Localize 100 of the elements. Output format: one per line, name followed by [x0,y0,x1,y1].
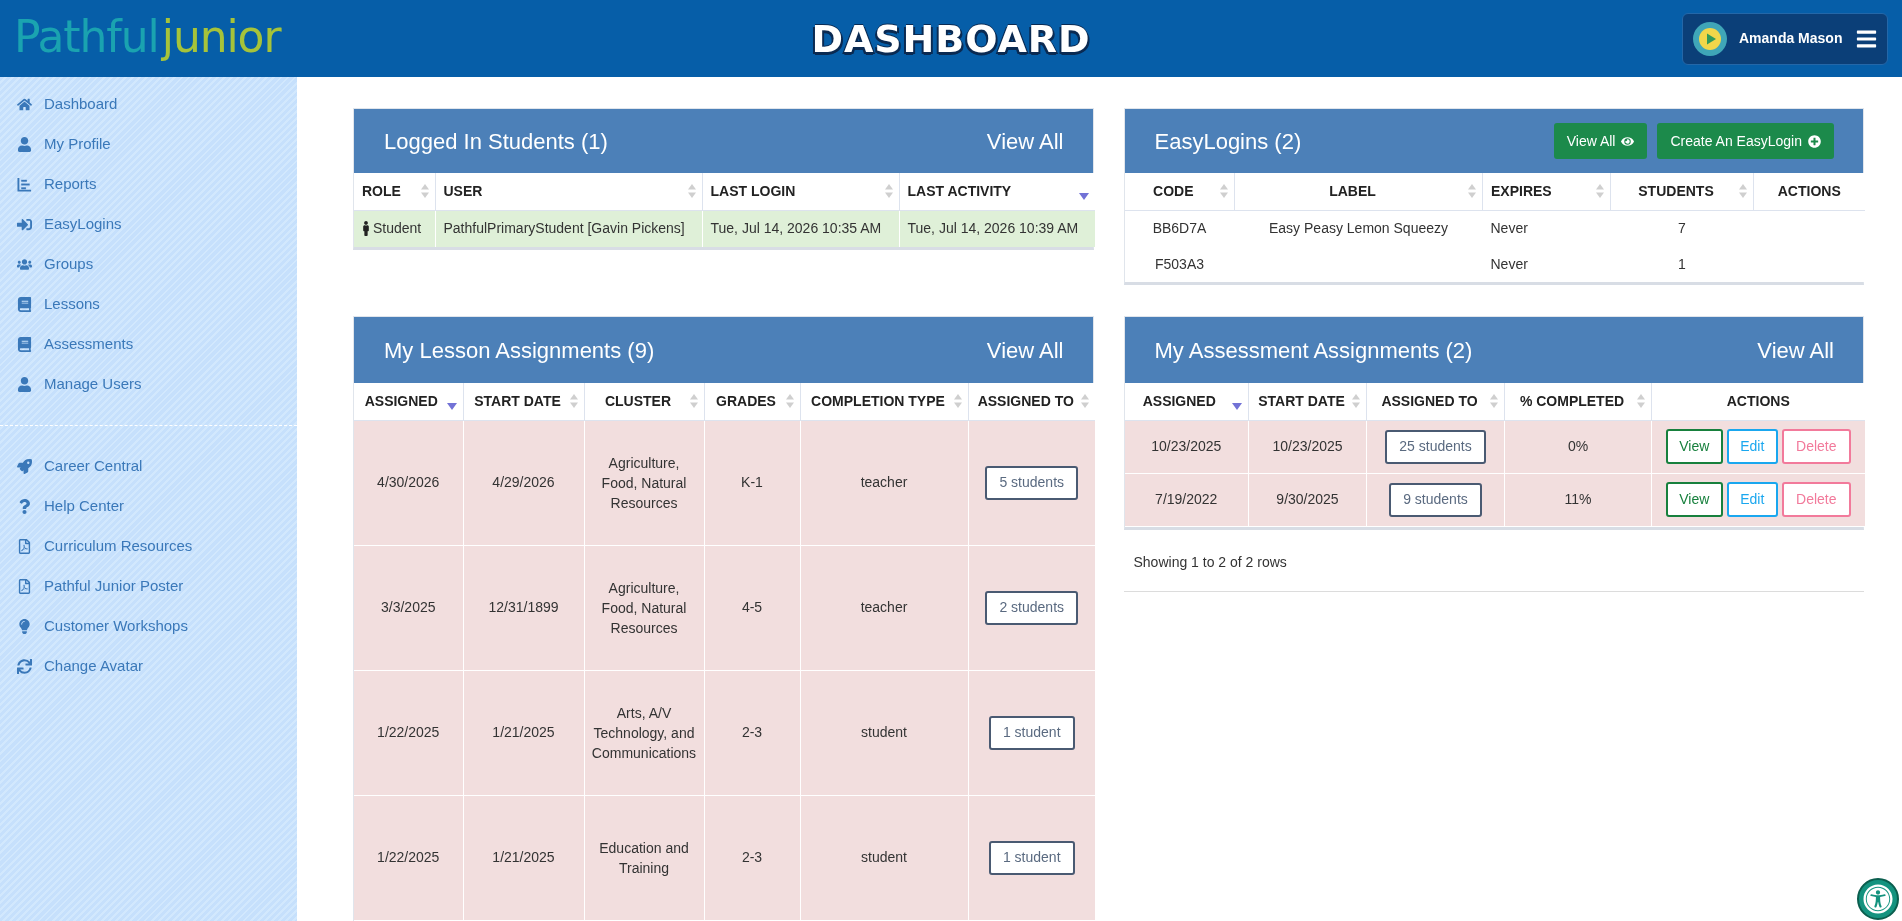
table-cell: Agriculture, Food, Natural Resources [584,420,704,545]
panel-title: My Lesson Assignments (9) [384,336,655,365]
sidebar-item[interactable]: EasyLogins [0,204,297,244]
column-header[interactable]: START DATE [463,383,584,420]
table-cell: Tue, Jul 14, 2026 10:39 AM [899,210,1095,247]
column-header[interactable]: CLUSTER [584,383,704,420]
students-button[interactable]: 25 students [1385,429,1486,464]
column-header[interactable]: ROLE [354,173,435,210]
table-cell: 7/19/2022 [1124,473,1249,526]
table-cell: 1/21/2025 [463,795,584,920]
students-button[interactable]: 1 student [988,715,1075,750]
panel-title: My Assessment Assignments (2) [1154,336,1473,365]
column-header[interactable]: ASSIGNED TO [968,383,1095,420]
view-all-link[interactable]: View All [1757,333,1834,367]
table-cell: PathfulPrimaryStudent [Gavin Pickens] [435,210,702,247]
table-cell: student [800,670,968,795]
chart-icon [16,176,32,192]
lightbulb-icon [16,618,32,634]
table-cell: 2-3 [704,670,800,795]
pdf-file-icon [16,578,32,594]
column-header[interactable]: STUDENTS [1610,173,1754,210]
table-cell: 3/3/2025 [354,545,463,670]
sidebar-item[interactable]: Customer Workshops [0,606,297,646]
table-cell: 2-3 [704,795,800,920]
sidebar-item[interactable]: Manage Users [0,364,297,404]
sidebar-item[interactable]: Help Center [0,486,297,526]
column-header[interactable]: LAST ACTIVITY [899,173,1095,210]
home-icon [16,96,32,112]
column-header[interactable]: GRADES [704,383,800,420]
user-icon [16,376,32,392]
students-button[interactable]: 1 student [988,840,1075,875]
logo[interactable]: Pathfuljunior [14,14,281,63]
column-header[interactable]: ASSIGNED TO [1366,383,1505,420]
person-icon [362,221,370,237]
edit-button[interactable]: Edit [1726,482,1778,517]
column-header[interactable]: ASSIGNED [1124,383,1249,420]
refresh-icon [16,658,32,674]
column-header: ACTIONS [1753,173,1865,210]
view-button[interactable]: View [1665,482,1723,517]
pagination-info: Showing 1 to 2 of 2 rows [1133,552,1288,572]
view-all-link[interactable]: View All [986,124,1064,158]
table-cell: Agriculture, Food, Natural Resources [584,545,704,670]
rocket-icon [16,458,32,474]
accessibility-icon [1863,884,1893,914]
panel-title: Logged In Students (1) [384,127,608,156]
view-all-link[interactable]: View All [986,333,1064,367]
column-header: ACTIONS [1651,383,1865,420]
view-button[interactable]: View [1665,429,1723,464]
eye-icon [1621,134,1635,148]
table-cell: 10/23/2025 [1248,420,1367,473]
users-icon [16,256,32,272]
book-icon [16,296,32,312]
create-easylogin-button[interactable]: Create An EasyLogin [1657,123,1834,159]
sidebar-item[interactable]: Reports [0,164,297,204]
avatar-icon[interactable] [1693,21,1727,56]
table-cell: teacher [800,420,968,545]
edit-button[interactable]: Edit [1726,429,1778,464]
sidebar-item[interactable]: Change Avatar [0,646,297,686]
table-cell: teacher [800,545,968,670]
sidebar-item[interactable]: Assessments [0,324,297,364]
accessibility-button[interactable] [1857,878,1899,920]
column-header[interactable]: EXPIRES [1482,173,1611,210]
sidebar-item[interactable]: Pathful Junior Poster [0,566,297,606]
sidebar-item[interactable]: My Profile [0,124,297,164]
column-header[interactable]: LAST LOGIN [702,173,899,210]
view-all-button[interactable]: View All [1553,123,1648,159]
delete-button[interactable]: Delete [1781,429,1851,464]
table-cell: 11% [1504,473,1652,526]
table-cell: Arts, A/V Technology, and Communications [584,670,704,795]
sidebar-item[interactable]: Curriculum Resources [0,526,297,566]
column-header[interactable]: ASSIGNED [354,383,463,420]
table-cell: 12/31/1899 [463,545,584,670]
table-cell: 4-5 [704,545,800,670]
user-icon [16,136,32,152]
user-name: Amanda Mason [1739,29,1843,48]
students-button[interactable]: 9 students [1389,482,1482,517]
sidebar-item[interactable]: Career Central [0,446,297,486]
sidebar-item[interactable]: Lessons [0,284,297,324]
table-cell: 9/30/2025 [1248,473,1367,526]
column-header[interactable]: % COMPLETED [1504,383,1652,420]
column-header[interactable]: USER [435,173,702,210]
delete-button[interactable]: Delete [1781,482,1851,517]
table-cell: 1/22/2025 [354,795,463,920]
students-button[interactable]: 5 students [985,465,1079,500]
sidebar-item[interactable]: Dashboard [0,84,297,124]
column-header[interactable]: CODE [1124,173,1235,210]
role-text: Student [373,219,422,239]
table-cell: 4/29/2026 [463,420,584,545]
column-header[interactable]: START DATE [1248,383,1367,420]
sidebar-item[interactable]: Groups [0,244,297,284]
students-button[interactable]: 2 students [985,590,1079,625]
table-cell: 4/30/2026 [354,420,463,545]
table-cell: 1/22/2025 [354,670,463,795]
column-header[interactable]: LABEL [1234,173,1483,210]
pdf-file-icon [16,538,32,554]
book-icon [16,336,32,352]
table-cell: student [800,795,968,920]
column-header[interactable]: COMPLETION TYPE [800,383,968,420]
page-title: DASHBOARD [811,19,1091,58]
table-cell: K-1 [704,420,800,545]
